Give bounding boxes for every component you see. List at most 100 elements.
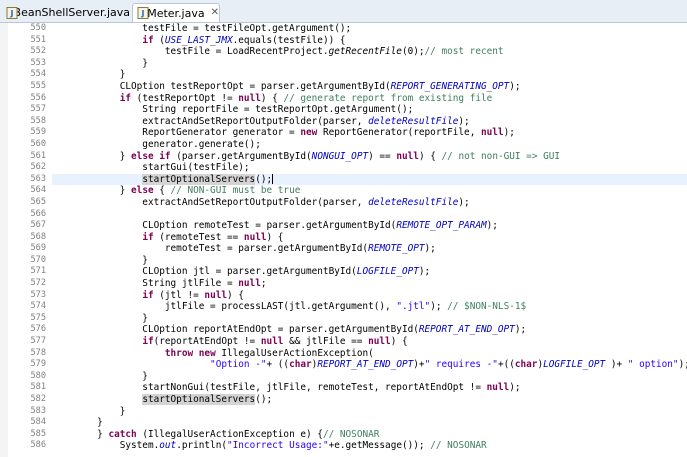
code-line[interactable]: if(reportAtEndOpt != null && jtlFile == … [52,336,687,348]
code-token: // NOSONAR [430,440,487,452]
code-token: ); [509,80,521,92]
code-token: if [142,34,154,46]
code-token: ; [260,278,267,290]
code-token: )+ [605,359,628,371]
code-token: char [289,359,312,371]
code-token: // $NON-NLS-1$ [447,301,527,313]
code-line[interactable]: startNonGui(testFile, jtlFile, remoteTes… [52,382,687,394]
code-line[interactable]: startOptionalServers(); [52,394,687,406]
code-line[interactable]: } else { // NON-GUI must be true [52,185,687,197]
line-number: 551 [30,34,46,45]
line-number: 558 [30,115,46,126]
svg-text:J: J [10,9,14,18]
editor-tab-bar: J BeanShellServer.java J JMeter.java ✕ [0,0,687,23]
code-line[interactable]: String jtlFile = null; [52,278,687,290]
code-token: String jtlFile = [52,278,239,290]
java-file-icon: J [6,6,18,19]
code-token: REPORT_AT_END_OPT [418,324,515,336]
code-token: && jtlFile == [283,336,369,348]
code-token: { [153,185,171,197]
line-number: 583 [30,405,46,416]
code-token: } [52,69,126,81]
line-number: 580 [30,370,46,381]
code-token: ) { [260,92,284,104]
code-token: } [52,428,109,440]
code-token: remoteTest = parser.getArgumentById( [52,243,369,255]
code-token: // not non-GUI => GUI [441,150,561,162]
code-line[interactable]: if (USE_LAST_JMX.equals(testFile)) { [52,35,687,47]
code-token: ); [418,266,431,278]
line-numbers: 550 551 552 553 554 555 556 557 558 559 560 561 562 5… [8,23,46,452]
code-line[interactable]: String reportFile = testReportOpt.getArg… [52,104,687,116]
code-line[interactable]: } catch (IllegalUserActionException e) {… [52,429,687,441]
code-token: else [131,150,154,162]
code-token: null [260,336,284,348]
code-line[interactable]: } [52,58,687,70]
code-line[interactable]: CLOption reportAtEndOpt = parser.getArgu… [52,324,687,336]
code-line[interactable]: if (jtl != null) { [52,290,687,302]
code-token: startOptionalServers [142,173,256,185]
code-line[interactable]: extractAndSetReportOutputFolder(parser, … [52,197,687,209]
code-token: ".jtl" [396,301,431,313]
code-line[interactable]: } [52,417,687,429]
code-line[interactable]: if (remoteTest == null) { [52,232,687,244]
code-token: (testReportOpt != [131,92,239,104]
code-line[interactable]: remoteTest = parser.getArgumentById(REMO… [52,243,687,255]
line-number: 563 [30,173,46,184]
code-token: startOptionalServers [142,394,256,405]
code-token: ); [430,301,448,313]
code-line[interactable]: startGui(testFile); [52,162,687,174]
code-token: (reportAtEndOpt != [153,336,261,348]
code-line[interactable]: CLOption remoteTest = parser.getArgument… [52,220,687,232]
code-token: } [52,312,148,324]
code-line[interactable]: extractAndSetReportOutputFolder(parser, … [52,116,687,128]
code-token: } [52,370,148,382]
code-line[interactable]: testFile = LoadRecentProject.getRecentFi… [52,46,687,58]
code-line[interactable] [52,209,687,221]
code-token: // most recent [424,46,504,58]
code-token: new [198,347,216,359]
code-line[interactable]: testFile = testFileOpt.getArgument(); [52,23,687,35]
close-icon[interactable]: ✕ [211,8,219,18]
code-token: if [119,92,132,104]
code-line[interactable]: } [52,69,687,81]
code-token: ( [153,34,165,46]
code-token: System. [52,440,160,452]
svg-text:J: J [141,9,145,18]
code-area[interactable]: testFile = testFileOpt.getArgument(); if… [52,23,687,452]
code-line[interactable]: } [52,255,687,267]
code-line[interactable]: } [52,313,687,325]
code-line[interactable]: } [52,406,687,418]
tab-jmeter[interactable]: J JMeter.java ✕ [132,3,220,22]
code-line[interactable]: } else if (parser.getArgumentById(NONGUI… [52,151,687,163]
code-line[interactable]: throw new IllegalUserActionException( [52,348,687,360]
code-line[interactable]: generator.generate(); [52,139,687,151]
code-line[interactable]: if (testReportOpt != null) { // generate… [52,93,687,105]
code-line[interactable]: CLOption testReportOpt = parser.getArgum… [52,81,687,93]
code-line[interactable]: CLOption jtl = parser.getArgumentById(LO… [52,266,687,278]
code-token: deleteResultFile [368,115,459,127]
code-token: } [52,150,132,162]
code-token: ); [458,196,470,208]
code-token: } [52,405,126,417]
code-line[interactable]: System.out.println("Incorrect Usage:"+e.… [52,440,687,452]
code-token: .equals(testFile)) { [232,34,346,46]
code-line[interactable]: "Option -"+ ((char)REPORT_AT_END_OPT)+" … [52,359,687,371]
code-line[interactable]: } [52,371,687,383]
line-number: 586 [30,440,46,451]
current-code-line[interactable]: startOptionalServers(); [52,173,687,186]
code-editor[interactable]: 550 551 552 553 554 555 556 557 558 559 560 561 562 5… [0,23,687,457]
tab-beanshellserver[interactable]: J BeanShellServer.java [2,3,130,22]
code-token: CLOption reportAtEndOpt = parser.getArgu… [52,324,419,336]
code-line[interactable]: jtlFile = processLAST(jtl.getArgument(),… [52,301,687,313]
code-line[interactable]: ReportGenerator generator = new ReportGe… [52,127,687,139]
code-token: LOGFILE_OPT [356,266,419,278]
code-token: +e.getMessage()); [328,440,431,452]
code-token: // NON-GUI must be true [170,185,301,197]
code-token: generator.generate(); [52,138,261,150]
code-token: (jtl != [153,289,205,301]
code-token: } [52,57,148,69]
code-token: } [52,185,132,197]
code-token: null [368,336,391,348]
code-token: ) { [390,336,408,348]
